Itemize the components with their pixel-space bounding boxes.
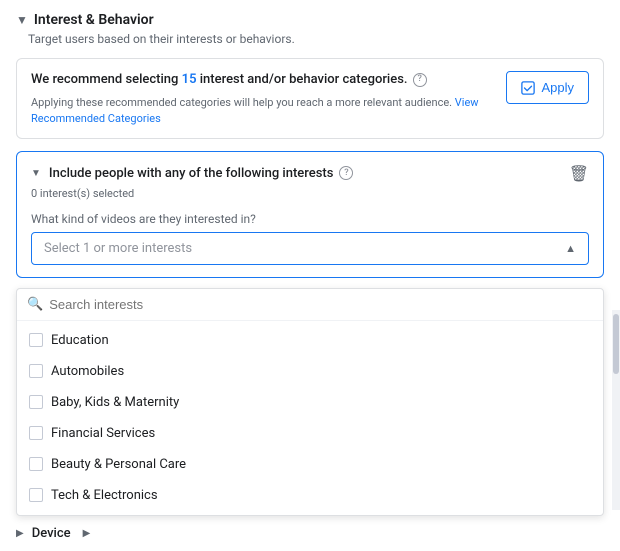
- page-wrapper: ▼ Interest & Behavior Target users based…: [0, 0, 620, 551]
- search-row: 🔍: [17, 289, 603, 321]
- interest-help-icon[interactable]: ?: [339, 166, 353, 180]
- checkbox-education[interactable]: [29, 333, 43, 347]
- help-icon[interactable]: ?: [413, 73, 427, 87]
- recommend-title: We recommend selecting 15 interest and/o…: [31, 71, 494, 89]
- interest-box: ▼ Include people with any of the followi…: [16, 151, 604, 278]
- recommend-box: We recommend selecting 15 interest and/o…: [16, 58, 604, 139]
- device-triangle-icon: ▶: [16, 528, 24, 539]
- select-placeholder: Select 1 or more interests: [44, 241, 192, 256]
- checkbox-automobiles[interactable]: [29, 364, 43, 378]
- checkbox-baby-kids[interactable]: [29, 395, 43, 409]
- apply-button[interactable]: Apply: [506, 71, 589, 104]
- interest-collapse-icon[interactable]: ▼: [31, 168, 41, 179]
- scrollbar[interactable]: [612, 310, 620, 510]
- recommend-text-area: We recommend selecting 15 interest and/o…: [31, 71, 494, 126]
- checkbox-tech[interactable]: [29, 488, 43, 502]
- interest-count: 0 interest(s) selected: [31, 187, 589, 200]
- interest-box-header: ▼ Include people with any of the followi…: [31, 164, 589, 183]
- apply-icon: [521, 81, 535, 95]
- list-item[interactable]: Education: [17, 325, 603, 356]
- section-title: Interest & Behavior: [34, 12, 154, 28]
- device-sub-triangle-icon: ▶: [83, 528, 91, 539]
- list-item[interactable]: Baby, Kids & Maternity: [17, 387, 603, 418]
- list-item[interactable]: Financial Services: [17, 418, 603, 449]
- checkbox-financial[interactable]: [29, 426, 43, 440]
- delete-interest-box-icon[interactable]: 🗑: [569, 164, 589, 183]
- section-header: ▼ Interest & Behavior: [0, 0, 620, 32]
- dropdown-items: Education Automobiles Baby, Kids & Mater…: [17, 321, 603, 515]
- select-chevron-icon: ▲: [565, 242, 576, 255]
- interest-select[interactable]: Select 1 or more interests ▲: [31, 232, 589, 265]
- search-icon: 🔍: [27, 297, 43, 312]
- list-item[interactable]: Beauty & Personal Care: [17, 449, 603, 480]
- list-item[interactable]: Automobiles: [17, 356, 603, 387]
- recommend-desc: Applying these recommended categories wi…: [31, 95, 494, 126]
- device-label: Device: [32, 526, 71, 541]
- scrollbar-thumb: [613, 314, 619, 374]
- section-subtitle: Target users based on their interests or…: [0, 32, 620, 58]
- list-item[interactable]: Tech & Electronics: [17, 480, 603, 511]
- interest-box-title: ▼ Include people with any of the followi…: [31, 166, 353, 181]
- interests-dropdown: 🔍 Education Automobiles Baby, Kids & Mat…: [16, 288, 604, 516]
- device-section[interactable]: ▶ Device ▶: [0, 516, 620, 551]
- collapse-chevron-icon[interactable]: ▼: [16, 13, 28, 27]
- interest-label: What kind of videos are they interested …: [31, 212, 589, 226]
- search-input[interactable]: [49, 297, 593, 312]
- checkbox-beauty[interactable]: [29, 457, 43, 471]
